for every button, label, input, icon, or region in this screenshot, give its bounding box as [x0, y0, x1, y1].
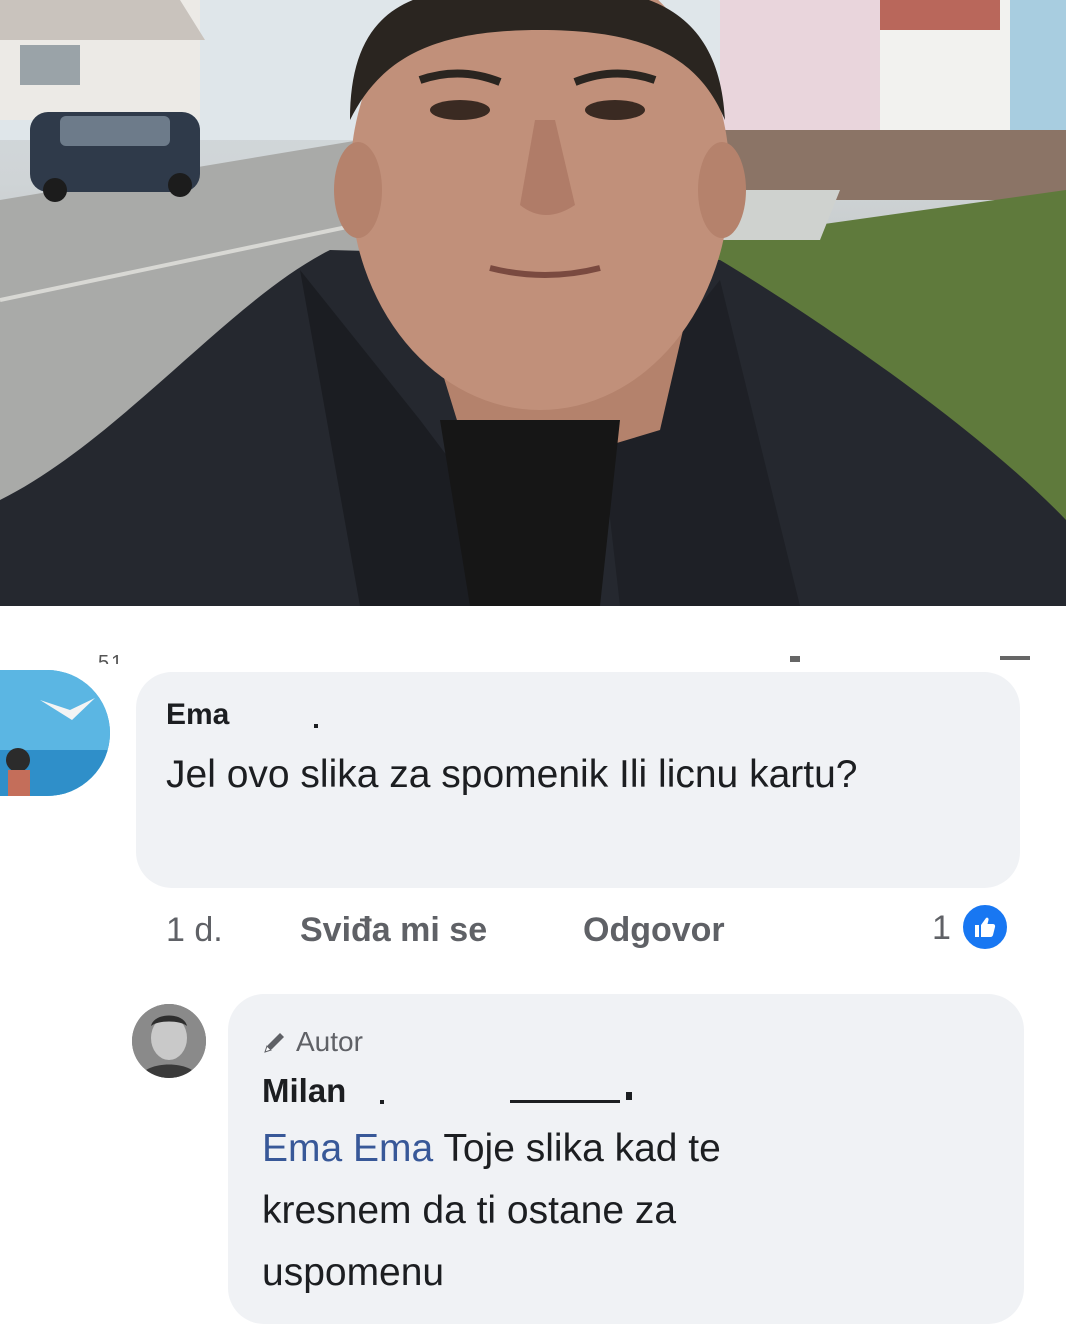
reply-button[interactable]: Odgovor: [583, 911, 725, 950]
redaction-mark: [314, 724, 318, 728]
comment-author[interactable]: Ema: [166, 698, 229, 732]
redaction-mark: [380, 1100, 384, 1104]
comment-text: Jel ovo slika za spomenik Ili licnu kart…: [166, 753, 858, 796]
comment-time[interactable]: 1 d.: [166, 911, 223, 950]
thumbs-up-icon[interactable]: [960, 902, 1010, 952]
avatar[interactable]: [132, 1004, 206, 1078]
mention-link[interactable]: Ema Ema: [262, 1127, 433, 1170]
selfie-image: [0, 0, 1066, 606]
like-button[interactable]: Sviđa mi se: [300, 911, 487, 950]
post-like-count: 51: [98, 652, 125, 664]
reaction-count[interactable]: 1: [932, 909, 951, 948]
redaction-mark: [510, 1100, 620, 1103]
reply-text: Ema Ema Toje slika kad te kresnem da ti …: [262, 1118, 1002, 1304]
reply-author[interactable]: Milan: [262, 1072, 346, 1110]
avatar[interactable]: [0, 670, 110, 796]
pencil-icon: [264, 1033, 284, 1053]
reply-text-line: Toje slika kad te: [443, 1127, 721, 1170]
partial-header-fragment: [790, 656, 1030, 662]
post-photo[interactable]: [0, 0, 1066, 606]
avatar-photo: [0, 670, 110, 796]
redaction-mark: [626, 1092, 632, 1100]
reply-text-line: kresnem da ti ostane za: [262, 1189, 677, 1232]
author-badge: Autor: [262, 1026, 363, 1058]
reply-text-line: uspomenu: [262, 1251, 445, 1294]
avatar-photo: [132, 1004, 206, 1078]
comments-section: 51 Ema Jel ovo slika za spomenik Ili lic…: [0, 606, 1066, 1324]
author-badge-label: Autor: [296, 1026, 363, 1057]
